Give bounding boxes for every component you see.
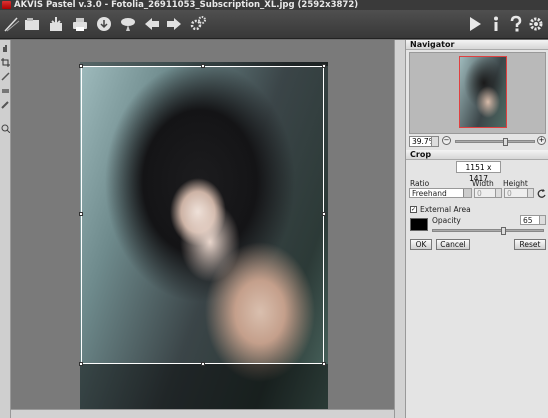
stroke-tool-icon[interactable] (1, 72, 10, 81)
navigator-title: Navigator (406, 40, 548, 50)
height-spinner[interactable] (527, 189, 533, 197)
title-bar: AKVIS Pastel v.3.0 - Fotolia_26911053_Su… (0, 0, 548, 10)
brush-icon[interactable] (2, 14, 22, 34)
width-spinner[interactable] (495, 189, 501, 197)
print-icon[interactable] (70, 14, 90, 34)
width-value: 0 (477, 189, 482, 198)
zoom-in-button[interactable]: + (537, 136, 546, 145)
chevron-down-icon[interactable] (431, 137, 438, 146)
crop-title: Crop (406, 150, 548, 160)
reset-button[interactable]: Reset (514, 239, 546, 250)
crop-handle-left[interactable] (79, 212, 83, 216)
opacity-field[interactable]: 65 (520, 215, 546, 225)
zoom-tool-icon[interactable] (1, 124, 11, 134)
pencil-tool-icon[interactable] (1, 100, 10, 109)
crop-frame[interactable] (79, 64, 326, 366)
back-icon[interactable] (142, 14, 162, 34)
save-icon[interactable] (46, 14, 66, 34)
help-icon[interactable] (506, 14, 526, 34)
width-label: Width (472, 179, 494, 188)
info-icon[interactable] (486, 14, 506, 34)
ratio-value: Freehand (412, 189, 447, 198)
zoom-select[interactable]: 39.7% (409, 136, 439, 147)
app-icon (2, 1, 11, 9)
opacity-value: 65 (523, 216, 533, 225)
crop-handle-bottom-right[interactable] (322, 362, 326, 366)
swap-orientation-icon[interactable] (537, 189, 546, 198)
chevron-down-icon[interactable] (463, 189, 471, 197)
navigator-thumbnail[interactable] (459, 56, 507, 128)
preferences-icon[interactable] (526, 14, 546, 34)
vertical-scrollbar[interactable] (394, 40, 405, 418)
gear-plugin-icon[interactable] (188, 14, 208, 34)
crop-handle-bottom-left[interactable] (79, 362, 83, 366)
external-area-checkbox[interactable]: ✓ (410, 206, 417, 213)
navigator-preview[interactable] (409, 52, 546, 134)
crop-handle-top[interactable] (201, 64, 205, 68)
width-field[interactable]: 0 (474, 188, 502, 198)
image-canvas[interactable] (11, 40, 405, 418)
crop-handle-top-right[interactable] (322, 64, 326, 68)
run-icon[interactable] (465, 14, 485, 34)
opacity-slider-thumb[interactable] (501, 227, 506, 235)
ratio-label: Ratio (410, 179, 430, 188)
crop-handle-bottom[interactable] (201, 362, 205, 366)
toolbar (0, 10, 548, 39)
external-area-color-swatch[interactable] (410, 218, 428, 231)
forward-icon[interactable] (164, 14, 184, 34)
crop-size-readout: 1151 x 1417 (456, 161, 501, 183)
eraser-tool-icon[interactable] (1, 86, 10, 95)
horizontal-scrollbar[interactable] (11, 409, 394, 418)
opacity-spinner[interactable] (539, 216, 545, 224)
zoom-out-button[interactable]: − (442, 136, 451, 145)
ratio-select[interactable]: Freehand (409, 188, 472, 198)
crop-tool-icon[interactable] (1, 58, 10, 67)
cancel-button[interactable]: Cancel (436, 239, 470, 250)
zoom-slider[interactable] (455, 138, 535, 146)
opacity-label: Opacity (432, 216, 461, 225)
height-field[interactable]: 0 (504, 188, 534, 198)
share-icon[interactable] (94, 14, 114, 34)
hand-tool-icon[interactable] (1, 44, 10, 53)
settings-plug-icon[interactable] (118, 14, 138, 34)
zoom-row: 39.7% − + (409, 136, 546, 148)
settings-panel: Navigator 39.7% − + Crop 1151 x 1417 Rat… (405, 40, 548, 418)
zoom-slider-thumb[interactable] (503, 138, 508, 146)
window-title: AKVIS Pastel v.3.0 - Fotolia_26911053_Su… (14, 0, 359, 10)
tool-column (0, 40, 11, 418)
open-icon[interactable] (22, 14, 42, 34)
opacity-slider[interactable] (432, 227, 544, 235)
crop-handle-right[interactable] (322, 212, 326, 216)
crop-handle-top-left[interactable] (79, 64, 83, 68)
height-label: Height (503, 179, 528, 188)
external-area-label: External Area (420, 205, 471, 214)
height-value: 0 (507, 189, 512, 198)
ok-button[interactable]: OK (410, 239, 432, 250)
